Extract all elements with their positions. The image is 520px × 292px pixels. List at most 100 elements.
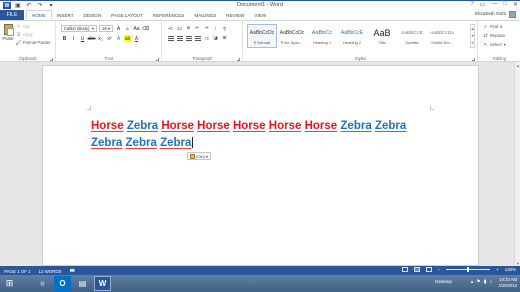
network-icon[interactable]: ▮ [484,279,487,285]
web-layout-icon[interactable] [425,267,432,272]
align-right-icon[interactable] [185,35,192,41]
underline-button[interactable]: U [79,35,86,42]
chevron-down-icon[interactable]: ▼ [471,34,475,38]
zoom-in-icon[interactable]: + [496,267,499,272]
tab-file[interactable]: FILE [0,10,24,20]
style-title[interactable]: AaB Title [367,24,397,48]
style-heading-2[interactable]: AaBbCcE Heading 2 [337,24,367,48]
select-button[interactable]: ↖ Select ▾ [483,41,506,48]
internet-explorer-icon[interactable]: e [34,276,51,291]
zoom-slider-thumb[interactable] [467,267,470,272]
superscript-button[interactable]: x² [106,35,113,42]
shrink-font-button[interactable]: A [124,25,131,32]
desktop-toolbar[interactable]: Desktop [435,279,452,284]
tab-design[interactable]: DESIGN [79,10,107,20]
chevron-down-icon: ▾ [503,42,506,47]
tab-home[interactable]: HOME [26,10,52,20]
clear-formatting-icon[interactable]: ⌫ [142,25,149,32]
font-launcher-icon[interactable] [156,58,159,61]
styles-launcher-icon[interactable] [472,58,475,61]
bullets-icon[interactable]: •≡ [167,25,174,31]
volume-icon[interactable]: ♪ [490,279,493,285]
tab-references[interactable]: REFERENCES [148,10,189,20]
replace-button[interactable]: ⇄ Replace [483,33,506,39]
more-styles-icon[interactable]: ▾ [472,41,474,45]
style-normal[interactable]: AaBbCcDc ¶ Normal [247,24,277,48]
highlight-button[interactable]: ab [124,35,131,42]
tab-review[interactable]: REVIEW [221,10,249,20]
paste-button[interactable]: Paste [2,24,14,48]
clock[interactable]: 10:23 AM 2/20/2013 [498,277,517,289]
subscript-button[interactable]: x₂ [97,35,104,42]
sort-icon[interactable]: ↕ [212,25,219,31]
scroll-up-icon[interactable]: ▲ [515,62,520,68]
document-page[interactable]: Horse Zebra Horse Horse Horse Horse Hors… [42,65,479,266]
font-name-combo[interactable]: Calibri (Body) ▾ [61,25,97,32]
italic-button[interactable]: I [70,35,77,42]
bold-button[interactable]: B [61,35,68,42]
close-button[interactable]: ✕ [513,1,518,8]
style-heading-1[interactable]: AaBbCc Heading 1 [307,24,337,48]
copy-button[interactable]: ⧉ Copy [16,32,51,38]
minimize-button[interactable]: — [491,1,497,8]
tab-insert[interactable]: INSERT [52,10,79,20]
cursor-icon: ↖ [483,41,488,48]
title-bar: W ▣ ↶ ↷ ▾ Document1 - Word ? ▭ — □ ✕ [0,0,520,10]
font-size-combo[interactable]: 18 ▾ [99,25,113,32]
multilevel-list-icon[interactable]: ≣ [185,25,192,31]
justify-icon[interactable] [194,35,201,41]
word-taskbar-icon[interactable]: W [94,276,111,291]
numbering-icon[interactable]: 1≡ [176,25,183,31]
proofing-icon[interactable]: 📖 [69,268,74,274]
font-color-button[interactable]: A [133,35,140,42]
change-case-button[interactable]: Aa [133,25,140,32]
print-layout-icon[interactable] [413,267,420,272]
tab-page-layout[interactable]: PAGE LAYOUT [106,10,148,20]
document-word: Horse [161,120,194,132]
line-spacing-icon[interactable]: ↕≡ [203,35,210,41]
help-button[interactable]: ? [470,1,473,8]
ribbon-display-options-button[interactable]: ▭ [480,1,486,8]
tab-mailings[interactable]: MAILINGS [189,10,221,20]
tab-view[interactable]: VIEW [249,10,271,20]
file-explorer-icon[interactable]: ▤ [74,276,91,291]
user-account[interactable]: Elizabeth Nofs [475,11,516,18]
flag-icon[interactable]: ⚑ [476,279,480,285]
search-icon: ⌕ [484,23,487,30]
style-subtitle[interactable]: AaBbCcE Subtitle [397,24,427,48]
shading-icon[interactable]: ◪ [212,35,219,41]
chevron-up-icon[interactable]: ▲ [471,27,475,31]
document-body[interactable]: Horse Zebra Horse Horse Horse Horse Hors… [91,118,421,152]
show-formatting-button[interactable]: ¶ [221,25,228,31]
cut-button[interactable]: ✂ Cut [16,24,51,30]
clipboard-launcher-icon[interactable] [50,58,53,61]
increase-indent-icon[interactable]: ⇥ [203,25,210,31]
align-center-icon[interactable] [176,35,183,41]
zoom-slider[interactable] [446,267,491,272]
start-icon[interactable]: ⊞ [2,276,17,291]
page-count[interactable]: PAGE 1 OF 1 [4,269,31,274]
maximize-button[interactable]: □ [503,1,507,8]
paste-options-button[interactable]: (Ctrl) ▾ [187,152,211,160]
align-left-icon[interactable] [167,35,174,41]
document-word: Horse [304,120,338,132]
find-button[interactable]: ⌕ Find ▾ [483,23,506,30]
word-count[interactable]: 12 WORDS [39,269,62,274]
zoom-out-icon[interactable]: − [438,267,441,272]
outlook-icon[interactable]: O [54,276,71,291]
paragraph-launcher-icon[interactable] [237,58,240,61]
vertical-scrollbar[interactable]: ▲ ▼ [514,62,520,266]
strikethrough-button[interactable]: abc [87,35,95,42]
styles-gallery-scroll[interactable]: ▲ ▼ ▾ [470,24,475,48]
decrease-indent-icon[interactable]: ⇤ [194,25,201,31]
grow-font-button[interactable]: A [115,25,122,32]
borders-icon[interactable]: ⊞ [221,35,228,41]
clock-date: 2/20/2013 [498,283,517,288]
style-subtle-emphasis[interactable]: AaBbCcDa Subtle Em... [427,24,457,48]
read-mode-icon[interactable] [401,267,408,272]
tray-chevron-icon[interactable]: ▴ [471,279,474,285]
zoom-level[interactable]: 140% [505,267,516,272]
format-painter-button[interactable]: 🖌 Format Painter [15,40,50,46]
text-effects-button[interactable]: A [115,35,122,42]
style-no-spacing[interactable]: AaBbCcDc ¶ No Spac... [277,24,307,48]
